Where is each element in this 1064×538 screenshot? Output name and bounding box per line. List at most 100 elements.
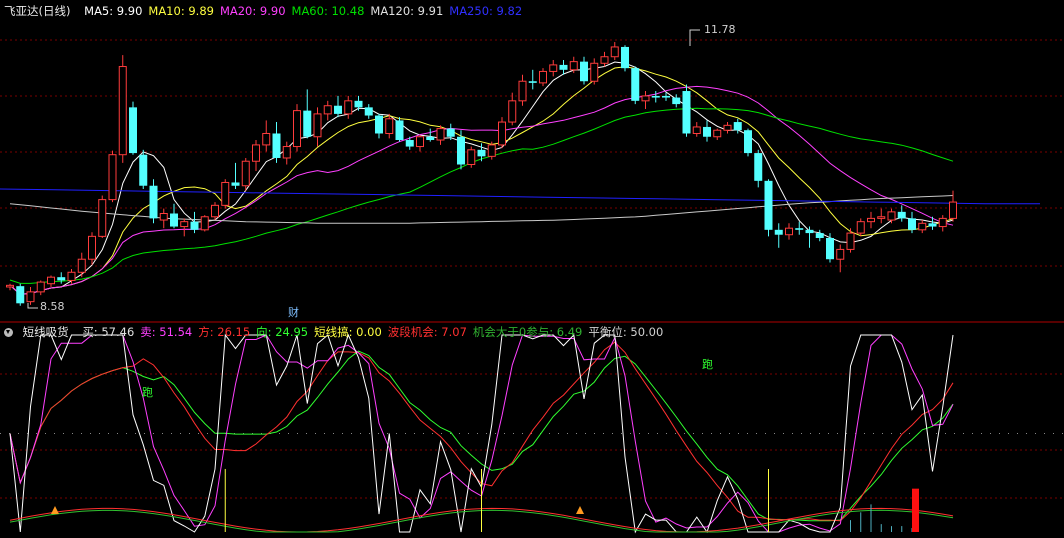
candle-body-up: [436, 128, 445, 141]
candle-body-down: [621, 46, 629, 69]
candle-body-up: [211, 204, 219, 218]
candle-body-up: [252, 144, 260, 162]
candle-body-up: [498, 121, 506, 146]
candle-body-down: [375, 115, 383, 134]
candle-body-up: [846, 232, 855, 250]
candle-body-down: [815, 233, 824, 238]
candle-body-up: [518, 80, 527, 102]
low-pointer: [27, 303, 38, 309]
candle-body-up: [549, 64, 558, 72]
candle-body-up: [539, 70, 547, 84]
candle-body-up: [938, 217, 947, 228]
indicator-legend-item-0: 买: 57.46: [82, 325, 135, 339]
candle-body-up: [692, 126, 701, 134]
candle-body-down: [272, 133, 281, 158]
candle-body-up: [508, 100, 517, 123]
candle-body-down: [149, 185, 158, 219]
finance-event-marker[interactable]: 财: [288, 307, 299, 319]
indicator-legend-item-5: 波段机会: 7.07: [387, 325, 467, 339]
candle-body-down: [231, 182, 240, 186]
candle-body-down: [139, 154, 148, 186]
candle-body-up: [108, 154, 117, 201]
indicator-settings-icon[interactable]: [4, 328, 13, 337]
candle-body-down: [795, 228, 804, 230]
candle-body-down: [170, 213, 178, 227]
candle-body-up: [293, 110, 301, 148]
candle-body-down: [528, 81, 537, 83]
candle-body-up: [344, 100, 353, 115]
indicator-legend-item-1: 卖: 51.54: [140, 325, 193, 339]
candle-body-up: [467, 149, 476, 166]
candle-body-down: [805, 229, 814, 234]
high-pointer: [689, 29, 700, 46]
candle-body-up: [877, 216, 886, 219]
candle-body-up: [723, 124, 732, 131]
indicator-title[interactable]: 短线吸货: [23, 325, 69, 339]
indicator-legend: 短线吸货 买: 57.46 卖: 51.54 方: 26.15 向: 24.95 短线搞…: [0, 324, 675, 340]
chart-title[interactable]: 飞亚达(日线): [4, 4, 70, 18]
candle-body-up: [641, 95, 650, 102]
ma-legend-item-3: MA60: 10.48: [291, 4, 365, 18]
candle-body-up: [221, 181, 230, 206]
candle-body-down: [334, 105, 342, 114]
candle-body-up: [569, 61, 578, 71]
candle-body-down: [559, 64, 568, 70]
candle-body-down: [764, 180, 773, 230]
candle-body-up: [487, 144, 496, 157]
buy-triangle-marker: [576, 506, 584, 514]
run-signal-label: 跑: [142, 386, 153, 399]
candle-body-up: [836, 248, 845, 260]
ma10-line: [9, 66, 954, 295]
indicator-legend-item-3: 向: 24.95: [256, 325, 309, 339]
price-legend: 飞亚达(日线) MA5: 9.90 MA10: 9.89 MA20: 9.90 MA6…: [0, 3, 534, 19]
candle-body-up: [98, 199, 107, 237]
chart-canvas[interactable]: [0, 0, 1064, 538]
candle-body-down: [928, 223, 937, 227]
candle-body-down: [744, 130, 752, 154]
candle-body-up: [77, 258, 86, 273]
indicator-legend-item-6: 机会大于0参与: 6.49: [472, 325, 583, 339]
candle-body-up: [918, 222, 927, 231]
indicator-legend-item-4: 短线搞: 0.00: [314, 325, 382, 339]
candle-body-down: [774, 229, 783, 235]
candle-body-down: [16, 286, 25, 304]
candle-body-up: [949, 201, 957, 219]
candle-body-up: [282, 146, 291, 159]
candle-body-up: [887, 211, 896, 221]
indicator-legend-item-2: 方: 26.15: [198, 325, 251, 339]
ma-legend-item-4: MA120: 9.91: [370, 4, 444, 18]
candle-body-up: [159, 212, 168, 221]
candle-body-down: [477, 149, 486, 157]
indicator-bars: [224, 468, 919, 532]
run-signal-label: 跑: [702, 358, 713, 371]
candle-body-down: [57, 277, 66, 281]
candle-body-up: [262, 132, 271, 146]
candle-body-down: [754, 153, 763, 181]
candle-body-up: [713, 129, 722, 138]
candle-body-up: [67, 271, 76, 281]
candle-body-down: [682, 91, 691, 134]
candle-body-up: [26, 291, 35, 303]
candle-body-up: [47, 276, 55, 285]
candle-body-up: [313, 113, 322, 138]
ma-legend-item-0: MA5: 9.90: [84, 4, 143, 18]
signal-marks: [27, 29, 700, 514]
candle-body-down: [426, 136, 435, 141]
candle-body-down: [364, 107, 373, 116]
ma-legend-item-1: MA10: 9.89: [148, 4, 214, 18]
candle-body-down: [826, 237, 834, 260]
candle-body-down: [580, 61, 588, 82]
low-price-label: 8.58: [40, 300, 65, 313]
candle-body-down: [651, 95, 660, 98]
candle-body-up: [867, 217, 875, 223]
candle-body-down: [733, 122, 742, 131]
ma-legend-item-5: MA250: 9.82: [449, 4, 523, 18]
candle-body-down: [897, 211, 906, 219]
candle-body-down: [303, 110, 312, 137]
candle-body-down: [703, 126, 711, 137]
candle-body-down: [631, 68, 640, 101]
candle-body-up: [323, 105, 332, 115]
ma-legend-items: MA5: 9.90 MA10: 9.89 MA20: 9.90 MA60: 10.48…: [84, 4, 528, 18]
candle-body-down: [908, 218, 916, 230]
high-price-label: 11.78: [704, 23, 736, 36]
